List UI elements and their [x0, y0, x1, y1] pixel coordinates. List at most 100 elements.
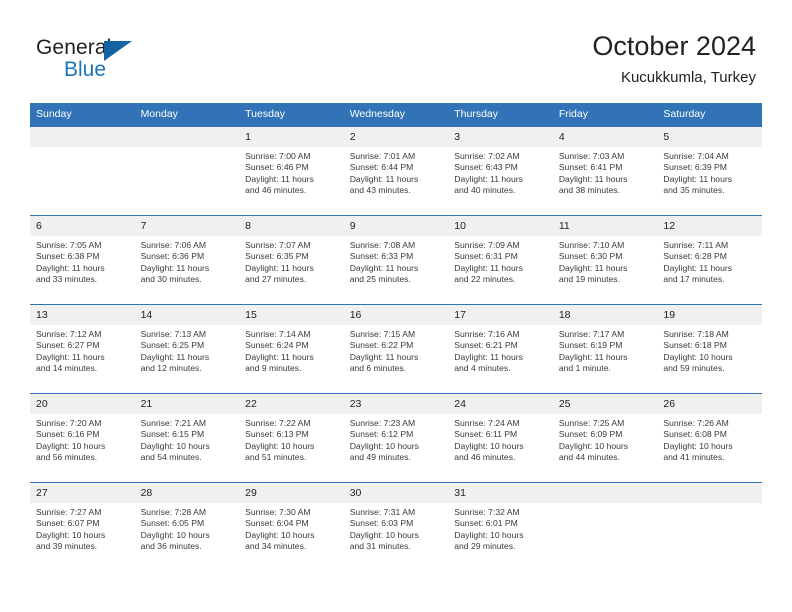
- sunrise-text: Sunrise: 7:00 AM: [245, 151, 311, 161]
- day-sun-info: Sunrise: 7:14 AM Sunset: 6:24 PM Daylight:…: [239, 325, 344, 375]
- title-block: October 2024 Kucukkumla, Turkey: [592, 30, 756, 88]
- day-number: [552, 483, 658, 503]
- day-number: 7: [134, 216, 240, 236]
- daylight-text-line1: Daylight: 10 hours: [454, 440, 524, 451]
- day-number: [30, 127, 135, 147]
- sunset-text: Sunset: 6:33 PM: [349, 251, 414, 262]
- calendar-day-cell[interactable]: 4 Sunrise: 7:03 AM Sunset: 6:41 PM Daylight…: [552, 126, 658, 216]
- day-sun-info: Sunrise: 7:27 AM Sunset: 6:07 PM Daylight:…: [30, 503, 135, 553]
- calendar-day-cell[interactable]: 8 Sunrise: 7:07 AM Sunset: 6:35 PM Daylight…: [239, 215, 344, 305]
- day-number: 3: [448, 127, 553, 147]
- calendar-day-cell[interactable]: 21 Sunrise: 7:21 AM Sunset: 6:15 PM Dayligh…: [134, 393, 240, 483]
- calendar-day-cell[interactable]: 1 Sunrise: 7:00 AM Sunset: 6:46 PM Daylight…: [239, 126, 344, 216]
- day-sun-info: Sunrise: 7:09 AM Sunset: 6:31 PM Daylight:…: [448, 236, 553, 286]
- sunset-text: Sunset: 6:05 PM: [140, 518, 205, 529]
- daylight-text-line2: and 30 minutes.: [140, 274, 202, 285]
- sunrise-text: Sunrise: 7:30 AM: [245, 507, 311, 517]
- calendar-day-cell[interactable]: 23 Sunrise: 7:23 AM Sunset: 6:12 PM Dayligh…: [343, 393, 449, 483]
- calendar-week-row: 6 Sunrise: 7:05 AM Sunset: 6:38 PM Daylight…: [30, 215, 762, 305]
- daylight-text-line2: and 40 minutes.: [454, 185, 516, 196]
- calendar-day-cell[interactable]: 5 Sunrise: 7:04 AM Sunset: 6:39 PM Daylight…: [657, 126, 762, 216]
- day-sun-info: Sunrise: 7:02 AM Sunset: 6:43 PM Daylight:…: [448, 147, 553, 197]
- calendar-day-cell[interactable]: 26 Sunrise: 7:26 AM Sunset: 6:08 PM Dayligh…: [657, 393, 762, 483]
- sunset-text: Sunset: 6:31 PM: [454, 251, 518, 262]
- calendar-day-cell[interactable]: 19 Sunrise: 7:18 AM Sunset: 6:18 PM Dayligh…: [657, 304, 762, 394]
- calendar-page: General Blue October 2024 Kucukkumla, Tu…: [0, 0, 792, 612]
- day-number: 28: [134, 483, 240, 503]
- general-blue-logo[interactable]: General Blue: [36, 36, 196, 88]
- sunset-text: Sunset: 6:12 PM: [349, 429, 414, 440]
- daylight-text-line2: and 12 minutes.: [140, 363, 202, 374]
- sunset-text: Sunset: 6:09 PM: [558, 429, 623, 440]
- daylight-text-line1: Daylight: 11 hours: [454, 262, 523, 273]
- day-sun-info: Sunrise: 7:24 AM Sunset: 6:11 PM Daylight:…: [448, 414, 553, 464]
- day-sun-info: Sunrise: 7:18 AM Sunset: 6:18 PM Daylight:…: [657, 325, 762, 375]
- calendar-day-cell[interactable]: 31 Sunrise: 7:32 AM Sunset: 6:01 PM Dayligh…: [448, 482, 553, 571]
- calendar-day-cell[interactable]: 7 Sunrise: 7:06 AM Sunset: 6:36 PM Daylight…: [134, 215, 240, 305]
- day-number: 1: [239, 127, 344, 147]
- daylight-text-line2: and 35 minutes.: [663, 185, 725, 196]
- sunset-text: Sunset: 6:25 PM: [140, 340, 205, 351]
- sunset-text: Sunset: 6:18 PM: [663, 340, 727, 351]
- calendar-day-cell[interactable]: 13 Sunrise: 7:12 AM Sunset: 6:27 PM Dayligh…: [30, 304, 135, 394]
- weekday-header-wednesday: Wednesday: [343, 103, 449, 127]
- calendar-day-cell[interactable]: 25 Sunrise: 7:25 AM Sunset: 6:09 PM Dayligh…: [552, 393, 658, 483]
- sunset-text: Sunset: 6:38 PM: [36, 251, 100, 262]
- day-sun-info: Sunrise: 7:32 AM Sunset: 6:01 PM Daylight:…: [448, 503, 553, 553]
- calendar-day-cell[interactable]: 12 Sunrise: 7:11 AM Sunset: 6:28 PM Dayligh…: [657, 215, 762, 305]
- sunset-text: Sunset: 6:19 PM: [558, 340, 623, 351]
- sunset-text: Sunset: 6:39 PM: [663, 162, 727, 173]
- sunset-text: Sunset: 6:07 PM: [36, 518, 100, 529]
- daylight-text-line2: and 46 minutes.: [454, 452, 516, 463]
- daylight-text-line2: and 14 minutes.: [36, 363, 98, 374]
- calendar-day-cell[interactable]: 27 Sunrise: 7:27 AM Sunset: 6:07 PM Dayligh…: [30, 482, 135, 571]
- sunrise-text: Sunrise: 7:22 AM: [245, 418, 311, 428]
- day-sun-info: Sunrise: 7:13 AM Sunset: 6:25 PM Daylight:…: [135, 325, 240, 375]
- daylight-text-line1: Daylight: 11 hours: [140, 262, 210, 273]
- daylight-text-line1: Daylight: 11 hours: [558, 351, 628, 362]
- day-sun-info: Sunrise: 7:05 AM Sunset: 6:38 PM Daylight:…: [30, 236, 135, 286]
- sunrise-text: Sunrise: 7:24 AM: [454, 418, 520, 428]
- calendar-day-cell[interactable]: 3 Sunrise: 7:02 AM Sunset: 6:43 PM Daylight…: [448, 126, 553, 216]
- calendar-day-cell[interactable]: 14 Sunrise: 7:13 AM Sunset: 6:25 PM Dayligh…: [134, 304, 240, 394]
- calendar-day-cell[interactable]: 18 Sunrise: 7:17 AM Sunset: 6:19 PM Dayligh…: [552, 304, 658, 394]
- day-sun-info: Sunrise: 7:01 AM Sunset: 6:44 PM Daylight:…: [344, 147, 449, 197]
- sunrise-text: Sunrise: 7:05 AM: [36, 240, 102, 250]
- sunrise-text: Sunrise: 7:26 AM: [663, 418, 729, 428]
- calendar-day-cell[interactable]: 15 Sunrise: 7:14 AM Sunset: 6:24 PM Dayligh…: [239, 304, 344, 394]
- calendar-day-cell[interactable]: 28 Sunrise: 7:28 AM Sunset: 6:05 PM Dayligh…: [134, 482, 240, 571]
- day-number: 11: [552, 216, 658, 236]
- day-sun-info: Sunrise: 7:30 AM Sunset: 6:04 PM Daylight:…: [239, 503, 344, 553]
- calendar-day-cell[interactable]: 10 Sunrise: 7:09 AM Sunset: 6:31 PM Dayligh…: [448, 215, 553, 305]
- daylight-text-line2: and 6 minutes.: [349, 363, 407, 374]
- daylight-text-line2: and 19 minutes.: [558, 274, 620, 285]
- daylight-text-line2: and 9 minutes.: [245, 363, 302, 374]
- daylight-text-line1: Daylight: 10 hours: [663, 440, 733, 451]
- sunset-text: Sunset: 6:03 PM: [349, 518, 414, 529]
- calendar-day-cell[interactable]: 22 Sunrise: 7:22 AM Sunset: 6:13 PM Dayligh…: [239, 393, 344, 483]
- daylight-text-line2: and 41 minutes.: [663, 452, 725, 463]
- sunrise-text: Sunrise: 7:02 AM: [454, 151, 520, 161]
- sunrise-text: Sunrise: 7:07 AM: [245, 240, 311, 250]
- sunrise-text: Sunrise: 7:10 AM: [558, 240, 625, 250]
- calendar-day-cell[interactable]: 9 Sunrise: 7:08 AM Sunset: 6:33 PM Daylight…: [343, 215, 449, 305]
- day-number: 21: [134, 394, 240, 414]
- daylight-text-line1: Daylight: 11 hours: [454, 173, 523, 184]
- calendar-day-cell[interactable]: 30 Sunrise: 7:31 AM Sunset: 6:03 PM Dayligh…: [343, 482, 449, 571]
- day-number: 18: [552, 305, 658, 325]
- calendar-day-cell[interactable]: 11 Sunrise: 7:10 AM Sunset: 6:30 PM Dayligh…: [552, 215, 658, 305]
- calendar-day-cell[interactable]: 24 Sunrise: 7:24 AM Sunset: 6:11 PM Dayligh…: [448, 393, 553, 483]
- calendar-day-cell[interactable]: 6 Sunrise: 7:05 AM Sunset: 6:38 PM Daylight…: [30, 215, 135, 305]
- daylight-text-line1: Daylight: 11 hours: [454, 351, 523, 362]
- daylight-text-line2: and 39 minutes.: [36, 541, 98, 552]
- daylight-text-line2: and 27 minutes.: [245, 274, 307, 285]
- daylight-text-line1: Daylight: 10 hours: [454, 529, 524, 540]
- calendar-day-cell[interactable]: 20 Sunrise: 7:20 AM Sunset: 6:16 PM Dayligh…: [30, 393, 135, 483]
- day-sun-info: Sunrise: 7:31 AM Sunset: 6:03 PM Daylight:…: [344, 503, 449, 553]
- calendar-day-cell[interactable]: 16 Sunrise: 7:15 AM Sunset: 6:22 PM Dayligh…: [343, 304, 449, 394]
- sunset-text: Sunset: 6:13 PM: [245, 429, 309, 440]
- daylight-text-line1: Daylight: 11 hours: [558, 173, 628, 184]
- calendar-day-cell[interactable]: 2 Sunrise: 7:01 AM Sunset: 6:44 PM Daylight…: [343, 126, 449, 216]
- calendar-day-cell[interactable]: 17 Sunrise: 7:16 AM Sunset: 6:21 PM Dayligh…: [448, 304, 553, 394]
- calendar-day-cell[interactable]: 29 Sunrise: 7:30 AM Sunset: 6:04 PM Dayligh…: [239, 482, 344, 571]
